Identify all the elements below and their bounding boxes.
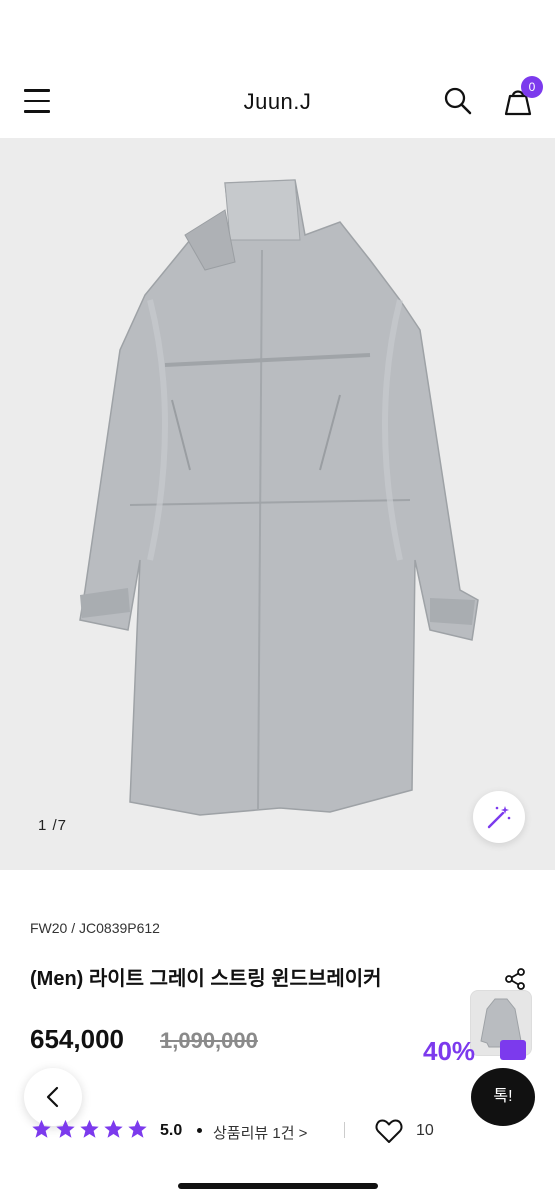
rating-score: 5.0 [160,1122,183,1139]
heart-icon[interactable] [375,1118,403,1144]
quick-cart-icon[interactable] [500,1040,526,1060]
star-icon [104,1119,123,1138]
product-code: FW20 / JC0839P612 [30,920,160,936]
discount-rate: 40% [423,1036,476,1066]
original-price: 1,090,000 [160,1028,258,1053]
search-icon[interactable] [443,86,473,116]
share-icon[interactable] [503,967,527,991]
divider [344,1122,345,1138]
rating-stars [30,1118,150,1142]
image-counter: 1 /7 [38,817,68,834]
magic-wand-icon [487,806,511,829]
separator-dot [197,1128,202,1133]
star-icon [128,1119,147,1138]
star-icon [56,1119,75,1138]
home-indicator [178,1183,378,1189]
star-icon [32,1119,51,1138]
star-icon [80,1119,99,1138]
back-arrow-icon [46,1086,59,1108]
like-count: 10 [416,1122,434,1139]
product-image[interactable] [0,138,555,870]
product-title: (Men) 라이트 그레이 스트링 윈드브레이커 [30,968,382,990]
ai-styling-button[interactable] [473,791,525,843]
sale-price: 654,000 [30,1024,124,1054]
chat-button[interactable]: 톡! [471,1068,535,1126]
review-link[interactable]: 상품리뷰 1건 > [213,1122,307,1143]
app-header: Juun.J 0 [0,0,555,138]
cart-count-badge: 0 [521,76,543,98]
